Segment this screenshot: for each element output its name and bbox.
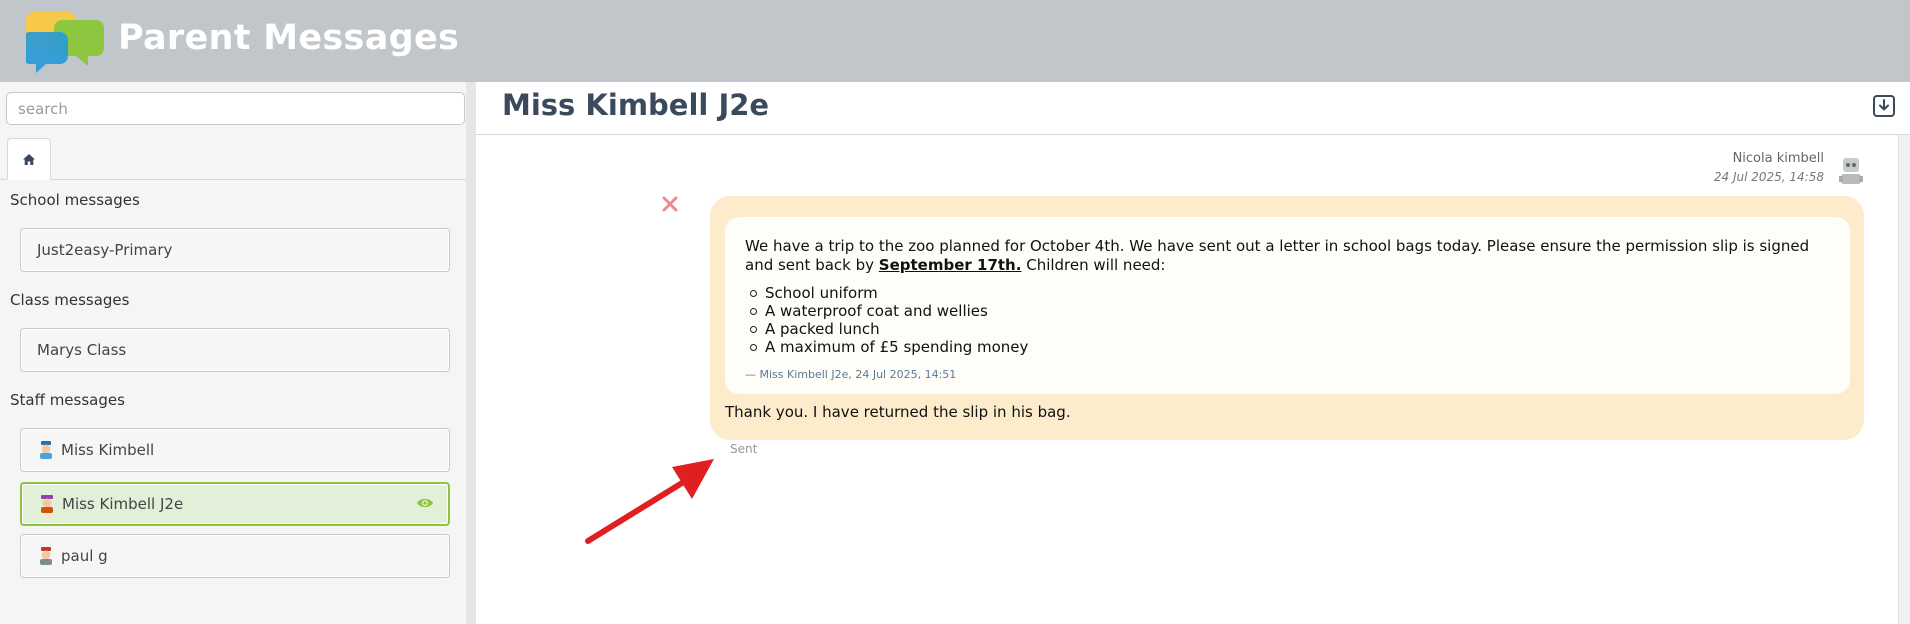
section-title-class: Class messages <box>10 291 130 309</box>
reply-text: Thank you. I have returned the slip in h… <box>725 403 1071 421</box>
delete-message-icon[interactable] <box>660 194 680 214</box>
list-item: A maximum of £5 spending money <box>749 338 1029 356</box>
list-item: A waterproof coat and wellies <box>749 302 1028 320</box>
home-icon <box>23 153 35 165</box>
sidebar-item-label: Marys Class <box>37 341 127 359</box>
title-divider <box>476 134 1910 135</box>
download-icon <box>1879 99 1889 111</box>
sidebar-scrollbar[interactable] <box>466 82 476 624</box>
red-arrow-annotation <box>585 459 714 544</box>
sidebar-item-miss-kimbell[interactable]: Miss Kimbell <box>20 428 450 472</box>
speech-bubbles-logo-icon <box>26 12 104 73</box>
eye-icon <box>417 498 433 508</box>
sidebar-item-miss-kimbell-j2e[interactable]: Miss Kimbell J2e <box>20 482 450 526</box>
sidebar-item-paul-g[interactable]: paul g <box>20 534 450 578</box>
sidebar-item-label: paul g <box>61 547 108 565</box>
avatar-icon <box>41 495 53 513</box>
quote-item-list: School uniform A waterproof coat and wel… <box>749 284 1029 356</box>
quote-attribution: — Miss Kimbell J2e, 24 Jul 2025, 14:51 <box>745 368 957 381</box>
app-header: Parent Messages <box>0 0 1910 82</box>
app-title: Parent Messages <box>118 18 460 58</box>
quote-date-emphasis: September 17th. <box>878 256 1022 274</box>
sender-name: Nicola kimbell <box>1732 151 1824 166</box>
section-title-school: School messages <box>10 191 140 209</box>
sidebar-item-label: Miss Kimbell <box>61 441 155 459</box>
main-scrollbar[interactable] <box>1898 135 1910 624</box>
avatar-icon <box>40 547 52 565</box>
tab-home[interactable] <box>7 138 51 180</box>
sidebar-item-just2easy-primary[interactable]: Just2easy-Primary <box>20 228 450 272</box>
sidebar-item-label: Miss Kimbell J2e <box>62 495 184 513</box>
conversation-title: Miss Kimbell J2e <box>502 88 770 122</box>
list-item: A packed lunch <box>749 320 1028 338</box>
sidebar-item-marys-class[interactable]: Marys Class <box>20 328 450 372</box>
tab-bar-divider <box>0 179 466 180</box>
download-button[interactable] <box>1873 95 1895 117</box>
avatar-icon <box>40 441 52 459</box>
section-title-staff: Staff messages <box>10 391 125 409</box>
sidebar-item-label: Just2easy-Primary <box>37 241 173 259</box>
quote-text-after: Children will need: <box>1026 256 1166 274</box>
quoted-message-text: We have a trip to the zoo planned for Oc… <box>745 237 1835 275</box>
sender-avatar-icon <box>1839 158 1863 184</box>
list-item: School uniform <box>749 284 1028 302</box>
message-timestamp: 24 Jul 2025, 14:58 <box>1713 170 1824 184</box>
search-input[interactable] <box>6 92 465 125</box>
message-status: Sent <box>730 442 758 456</box>
